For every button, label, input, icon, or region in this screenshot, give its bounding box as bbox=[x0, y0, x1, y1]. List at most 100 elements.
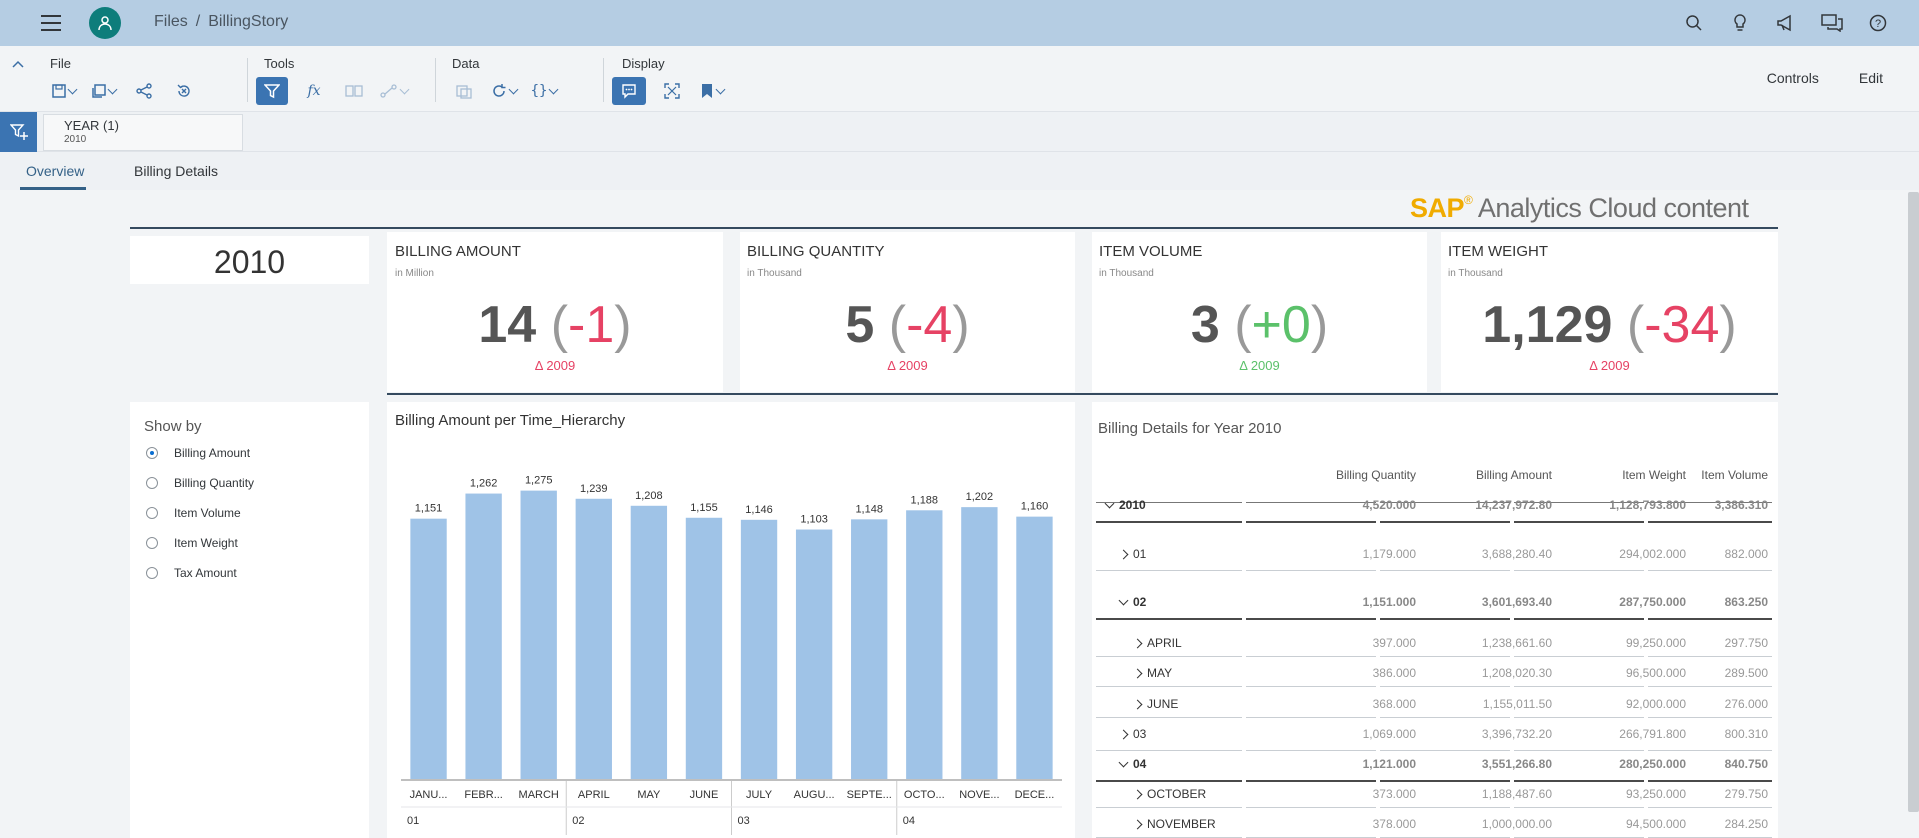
linked-analysis-icon[interactable] bbox=[340, 77, 368, 105]
copy-button[interactable] bbox=[90, 77, 118, 105]
table-row[interactable]: 03 1,069.000 3,396,732.20 266,791.800 800.31… bbox=[1096, 722, 1774, 746]
radio-billing-amount[interactable]: Billing Amount bbox=[146, 446, 250, 460]
row-label[interactable]: 02 bbox=[1118, 595, 1146, 609]
collapse-toolbar-icon[interactable] bbox=[11, 56, 25, 70]
collapse-chevron-icon[interactable] bbox=[1118, 757, 1129, 767]
lightbulb-icon[interactable] bbox=[1729, 12, 1751, 34]
row-label[interactable]: 04 bbox=[1118, 757, 1146, 771]
row-label[interactable]: 01 bbox=[1118, 547, 1146, 561]
formula-icon[interactable]: fx bbox=[300, 77, 328, 105]
chart-bar[interactable] bbox=[685, 517, 723, 779]
x-axis-tick-label: OCTO... bbox=[904, 789, 945, 801]
chart-bar[interactable] bbox=[1016, 516, 1053, 779]
add-filter-button[interactable] bbox=[0, 112, 37, 152]
row-label[interactable]: JUNE bbox=[1132, 697, 1178, 711]
radio-item-volume[interactable]: Item Volume bbox=[146, 506, 241, 520]
history-icon[interactable] bbox=[170, 77, 198, 105]
expand-chevron-icon[interactable] bbox=[1118, 549, 1129, 559]
chart-bar[interactable] bbox=[740, 519, 778, 779]
chart-bar[interactable] bbox=[851, 519, 888, 779]
row-divider bbox=[1648, 570, 1772, 571]
table-row[interactable]: OCTOBER 373.000 1,188,487.60 93,250.000 279.… bbox=[1096, 782, 1774, 806]
table-row[interactable]: 02 1,151.000 3,601,693.40 287,750.000 863.25… bbox=[1096, 590, 1774, 614]
script-variables-button[interactable]: {} bbox=[530, 77, 559, 105]
expand-chevron-icon[interactable] bbox=[1132, 789, 1143, 799]
chart-bar[interactable] bbox=[961, 507, 998, 779]
controls-button[interactable]: Controls bbox=[1767, 70, 1819, 86]
collapse-chevron-icon[interactable] bbox=[1104, 498, 1115, 508]
expand-chevron-icon[interactable] bbox=[1118, 729, 1129, 739]
table-row[interactable]: 01 1,179.000 3,688,280.40 294,002.000 882.00… bbox=[1096, 542, 1774, 566]
expand-chevron-icon[interactable] bbox=[1132, 638, 1143, 648]
row-label[interactable]: 03 bbox=[1118, 727, 1146, 741]
row-label[interactable]: OCTOBER bbox=[1132, 787, 1206, 801]
column-header-item-volume[interactable]: Item Volume bbox=[1680, 468, 1768, 482]
expand-chevron-icon[interactable] bbox=[1132, 819, 1143, 829]
kpi-divider bbox=[387, 393, 1778, 395]
year-value: 2010 bbox=[213, 244, 286, 280]
row-label[interactable]: APRIL bbox=[1132, 636, 1182, 650]
menu-icon[interactable] bbox=[41, 15, 61, 31]
filter-chip-year[interactable]: YEAR (1) 2010 bbox=[43, 114, 243, 151]
table-row[interactable]: NOVEMBER 378.000 1,000,000.00 94,500.000 284… bbox=[1096, 812, 1774, 836]
comment-button[interactable] bbox=[612, 77, 646, 105]
table-row[interactable]: MAY 386.000 1,208,020.30 96,500.000 289.500 bbox=[1096, 661, 1774, 685]
kpi-card-billing-quantity[interactable]: BILLING QUANTITY in Thousand 5 (-4) Δ 20… bbox=[740, 232, 1075, 392]
edit-button[interactable]: Edit bbox=[1859, 70, 1883, 86]
chart-bar[interactable] bbox=[410, 518, 447, 779]
chart-bar[interactable] bbox=[465, 493, 502, 779]
data-source-icon[interactable] bbox=[450, 77, 478, 105]
table-row[interactable]: 04 1,121.000 3,551,266.80 280,250.000 840.75… bbox=[1096, 752, 1774, 776]
radio-item-weight[interactable]: Item Weight bbox=[146, 536, 238, 550]
table-row[interactable]: APRIL 397.000 1,238,661.60 99,250.000 297.75… bbox=[1096, 631, 1774, 655]
bar-chart-card[interactable]: Billing Amount per Time_Hierarchy 1,151 J… bbox=[387, 402, 1075, 838]
filter-button[interactable] bbox=[256, 77, 288, 105]
help-icon[interactable]: ? bbox=[1867, 12, 1889, 34]
announcement-icon[interactable] bbox=[1775, 12, 1797, 34]
tab-overview[interactable]: Overview bbox=[26, 163, 84, 179]
vertical-scrollbar[interactable] bbox=[1908, 192, 1919, 812]
radio-label: Item Weight bbox=[174, 536, 238, 550]
table-row[interactable]: JUNE 368.000 1,155,011.50 92,000.000 276.000 bbox=[1096, 692, 1774, 716]
avatar[interactable] bbox=[89, 7, 121, 39]
search-icon[interactable] bbox=[1683, 12, 1705, 34]
row-label[interactable]: MAY bbox=[1132, 666, 1172, 680]
table-cell: 863.250 bbox=[1724, 595, 1768, 609]
fullscreen-icon[interactable] bbox=[658, 77, 686, 105]
column-header-billing-amount[interactable]: Billing Amount bbox=[1412, 468, 1552, 482]
toolbar-separator bbox=[603, 58, 604, 102]
kpi-value-row: 3 (+0) bbox=[1092, 295, 1427, 355]
breadcrumb-files[interactable]: Files bbox=[154, 13, 188, 30]
chart-bar[interactable] bbox=[906, 510, 943, 779]
radio-billing-quantity[interactable]: Billing Quantity bbox=[146, 476, 254, 490]
row-label[interactable]: 2010 bbox=[1104, 498, 1146, 512]
chart-bar[interactable] bbox=[520, 490, 557, 779]
expand-chevron-icon[interactable] bbox=[1132, 668, 1143, 678]
bookmark-button[interactable] bbox=[698, 77, 726, 105]
share-icon[interactable] bbox=[130, 77, 158, 105]
column-header-billing-quantity[interactable]: Billing Quantity bbox=[1278, 468, 1416, 482]
kpi-card-billing-amount[interactable]: BILLING AMOUNT in Million 14 (-1) Δ 2009 bbox=[387, 232, 723, 392]
table-cell: 1,151.000 bbox=[1362, 595, 1416, 609]
radio-tax-amount[interactable]: Tax Amount bbox=[146, 566, 237, 580]
refresh-button[interactable] bbox=[490, 77, 519, 105]
bar-value-label: 1,275 bbox=[525, 475, 553, 487]
chart-bar[interactable] bbox=[795, 529, 833, 779]
kpi-card-item-weight[interactable]: ITEM WEIGHT in Thousand 1,129 (-34) Δ 20… bbox=[1441, 232, 1778, 392]
discussion-icon[interactable] bbox=[1821, 12, 1843, 34]
x-axis-tick-label: APRIL bbox=[578, 789, 610, 801]
row-label-text: APRIL bbox=[1147, 636, 1182, 650]
tab-billing-details[interactable]: Billing Details bbox=[134, 163, 218, 179]
save-button[interactable] bbox=[50, 77, 78, 105]
chart-bar[interactable] bbox=[575, 498, 612, 779]
row-divider bbox=[1514, 618, 1644, 620]
column-header-item-weight[interactable]: Item Weight bbox=[1546, 468, 1686, 482]
input-control-icon[interactable] bbox=[380, 77, 410, 105]
filter-plus-icon bbox=[9, 124, 28, 140]
collapse-chevron-icon[interactable] bbox=[1118, 595, 1129, 605]
kpi-card-item-volume[interactable]: ITEM VOLUME in Thousand 3 (+0) Δ 2009 bbox=[1092, 232, 1427, 392]
chart-bar[interactable] bbox=[630, 505, 668, 779]
row-label[interactable]: NOVEMBER bbox=[1132, 817, 1216, 831]
expand-chevron-icon[interactable] bbox=[1132, 699, 1143, 709]
table-row[interactable]: 2010 4,520.000 14,237,972.80 1,128,793.800 3… bbox=[1096, 493, 1774, 517]
